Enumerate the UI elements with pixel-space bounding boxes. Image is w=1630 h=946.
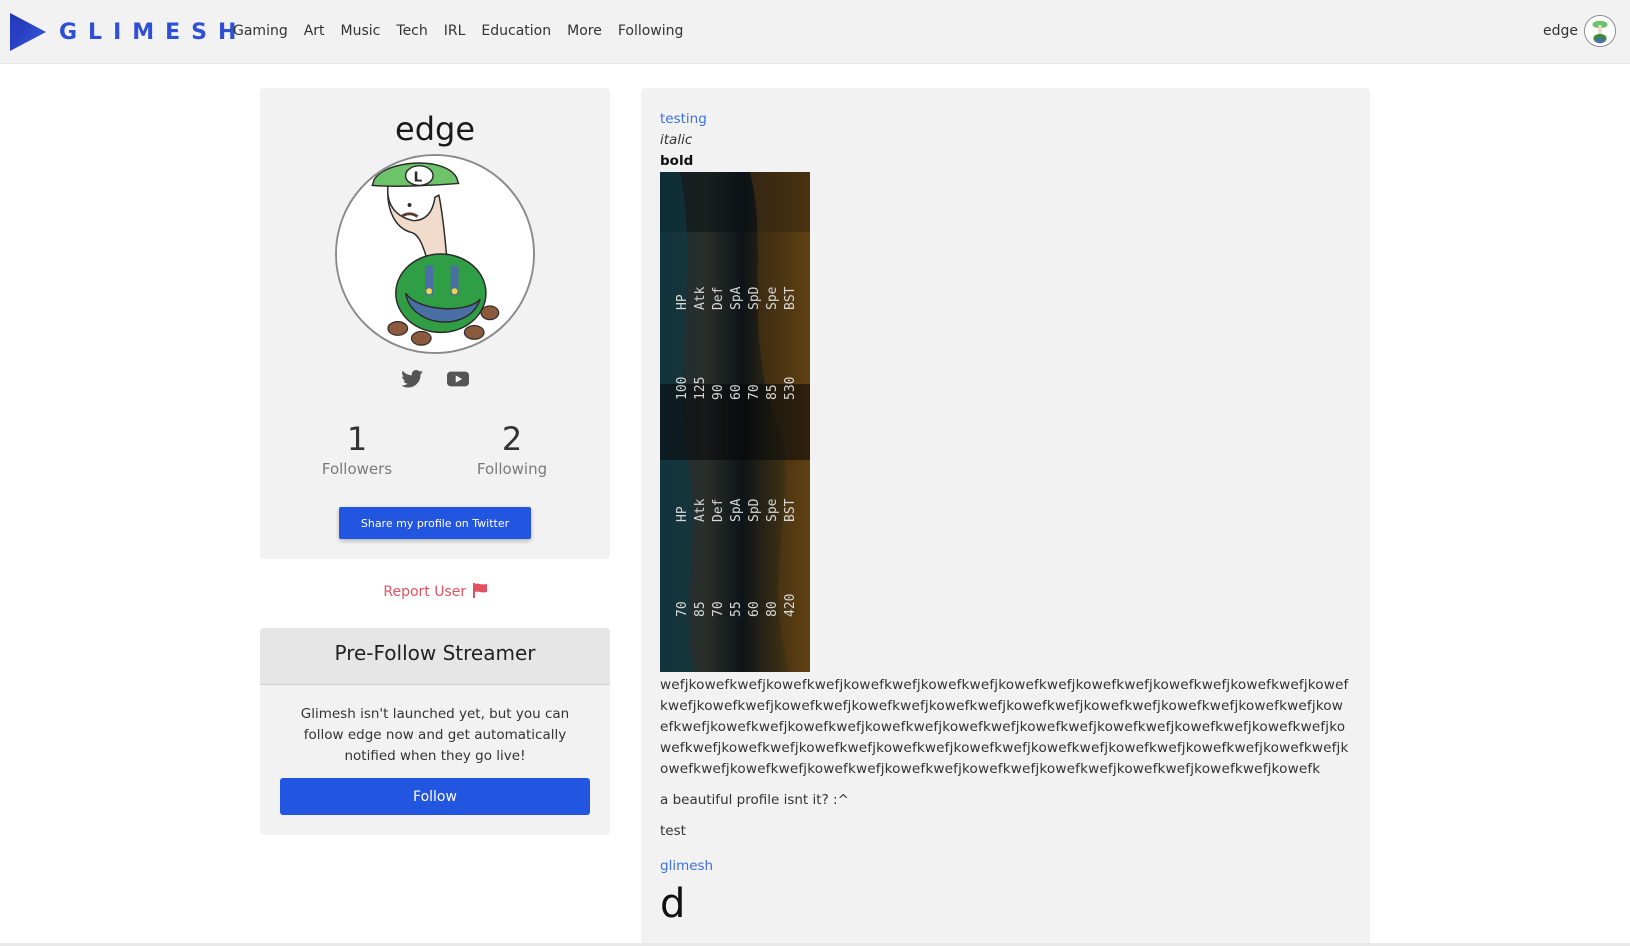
image-row-2-col-7: 530 [783, 377, 798, 400]
following-stat[interactable]: 2 Following [452, 420, 572, 478]
category-nav: Gaming Art Music Tech IRL Education More… [233, 0, 699, 62]
image-row-1-col-4: SpA [729, 286, 744, 310]
image-row-1-col-6: Spe [765, 286, 780, 310]
prefollow-description: Glimesh isn't launched yet, but you can … [300, 706, 570, 764]
bio-italic-text: italic [660, 132, 693, 148]
image-row-2-col-2: 125 [693, 377, 708, 400]
twitter-icon[interactable] [401, 370, 423, 388]
image-row-1-col-5: SpD [747, 286, 762, 310]
nav-link-gaming[interactable]: Gaming [233, 23, 288, 39]
image-row-2-col-6: 85 [765, 384, 780, 400]
following-count: 2 [501, 420, 523, 458]
image-row-3-col-6: Spe [765, 498, 780, 522]
image-row-4-col-6: 80 [765, 601, 780, 617]
image-row-4-col-1: 70 [675, 601, 690, 617]
bio-embedded-image: HP Atk Def SpA SpD Spe BST 100 125 90 60… [660, 172, 810, 672]
image-row-4-col-5: 60 [747, 601, 762, 617]
image-row-2-col-4: 60 [729, 384, 744, 400]
top-navbar: GLIMESH Gaming Art Music Tech IRL Educat… [0, 0, 1630, 64]
image-row-1-col-7: BST [783, 286, 798, 310]
report-user-link[interactable]: Report User [260, 583, 610, 600]
nav-link-more[interactable]: More [567, 23, 602, 39]
social-links [260, 370, 610, 388]
youtube-icon[interactable] [447, 370, 469, 388]
followers-count: 1 [346, 420, 368, 458]
image-row-4-col-4: 55 [729, 601, 744, 617]
followers-label: Followers [321, 460, 393, 478]
bio-long-text: wefjkowefkwefjkowefkwefjkowefkwefjkowefk… [660, 677, 1349, 777]
flag-icon [472, 583, 487, 598]
profile-username: edge [395, 110, 475, 148]
bio-link-glimesh[interactable]: glimesh [660, 856, 1350, 877]
image-row-2-col-5: 70 [747, 384, 762, 400]
profile-card: edge L 1 Followers 2 Following Share my … [260, 88, 610, 559]
share-twitter-button[interactable]: Share my profile on Twitter [339, 507, 531, 539]
user-menu[interactable]: edge [1543, 13, 1616, 49]
prefollow-title: Pre-Follow Streamer [260, 628, 610, 685]
user-avatar[interactable] [1584, 15, 1616, 47]
bio-paragraph-2: test [660, 823, 686, 839]
nav-username[interactable]: edge [1543, 23, 1578, 39]
brand-logo-link[interactable]: GLIMESH [10, 13, 247, 51]
brand-wordmark: GLIMESH [59, 19, 248, 45]
profile-avatar: L [335, 154, 535, 354]
following-label: Following [476, 460, 548, 478]
image-row-3-col-3: Def [711, 499, 726, 522]
image-row-3-col-5: SpD [747, 498, 762, 522]
prefollow-card: Pre-Follow Streamer Glimesh isn't launch… [260, 628, 610, 835]
nav-link-art[interactable]: Art [304, 23, 325, 39]
bio-large-heading: d [660, 881, 686, 927]
profile-bio: testing italic bold HP Atk Def SpA SpD S… [660, 109, 1350, 929]
image-row-2-col-3: 90 [711, 384, 726, 400]
image-row-3-col-2: Atk [693, 498, 708, 522]
bio-link-testing[interactable]: testing [660, 109, 1350, 130]
image-row-3-col-4: SpA [729, 498, 744, 522]
svg-text:L: L [413, 169, 422, 185]
image-row-3-col-7: BST [783, 498, 798, 522]
follow-button[interactable]: Follow [280, 778, 590, 815]
bio-card: testing italic bold HP Atk Def SpA SpD S… [641, 88, 1370, 946]
image-row-4-col-2: 85 [693, 601, 708, 617]
bio-paragraph-1: a beautiful profile isnt it? :^ [660, 792, 849, 808]
followers-stat[interactable]: 1 Followers [297, 420, 417, 478]
image-row-1-col-1: HP [675, 294, 690, 310]
play-logo-icon [10, 13, 46, 51]
nav-link-education[interactable]: Education [481, 23, 551, 39]
image-row-4-col-3: 70 [711, 601, 726, 617]
nav-link-following[interactable]: Following [618, 23, 684, 39]
nav-link-irl[interactable]: IRL [444, 23, 466, 39]
report-user-label: Report User [383, 584, 467, 600]
image-row-1-col-3: Def [711, 287, 726, 310]
image-row-2-col-1: 100 [675, 377, 690, 400]
image-row-4-col-7: 420 [783, 594, 798, 617]
image-row-3-col-1: HP [675, 506, 690, 522]
image-row-1-col-2: Atk [693, 286, 708, 310]
nav-link-music[interactable]: Music [341, 23, 381, 39]
bio-bold-text: bold [660, 153, 694, 169]
nav-link-tech[interactable]: Tech [396, 23, 427, 39]
